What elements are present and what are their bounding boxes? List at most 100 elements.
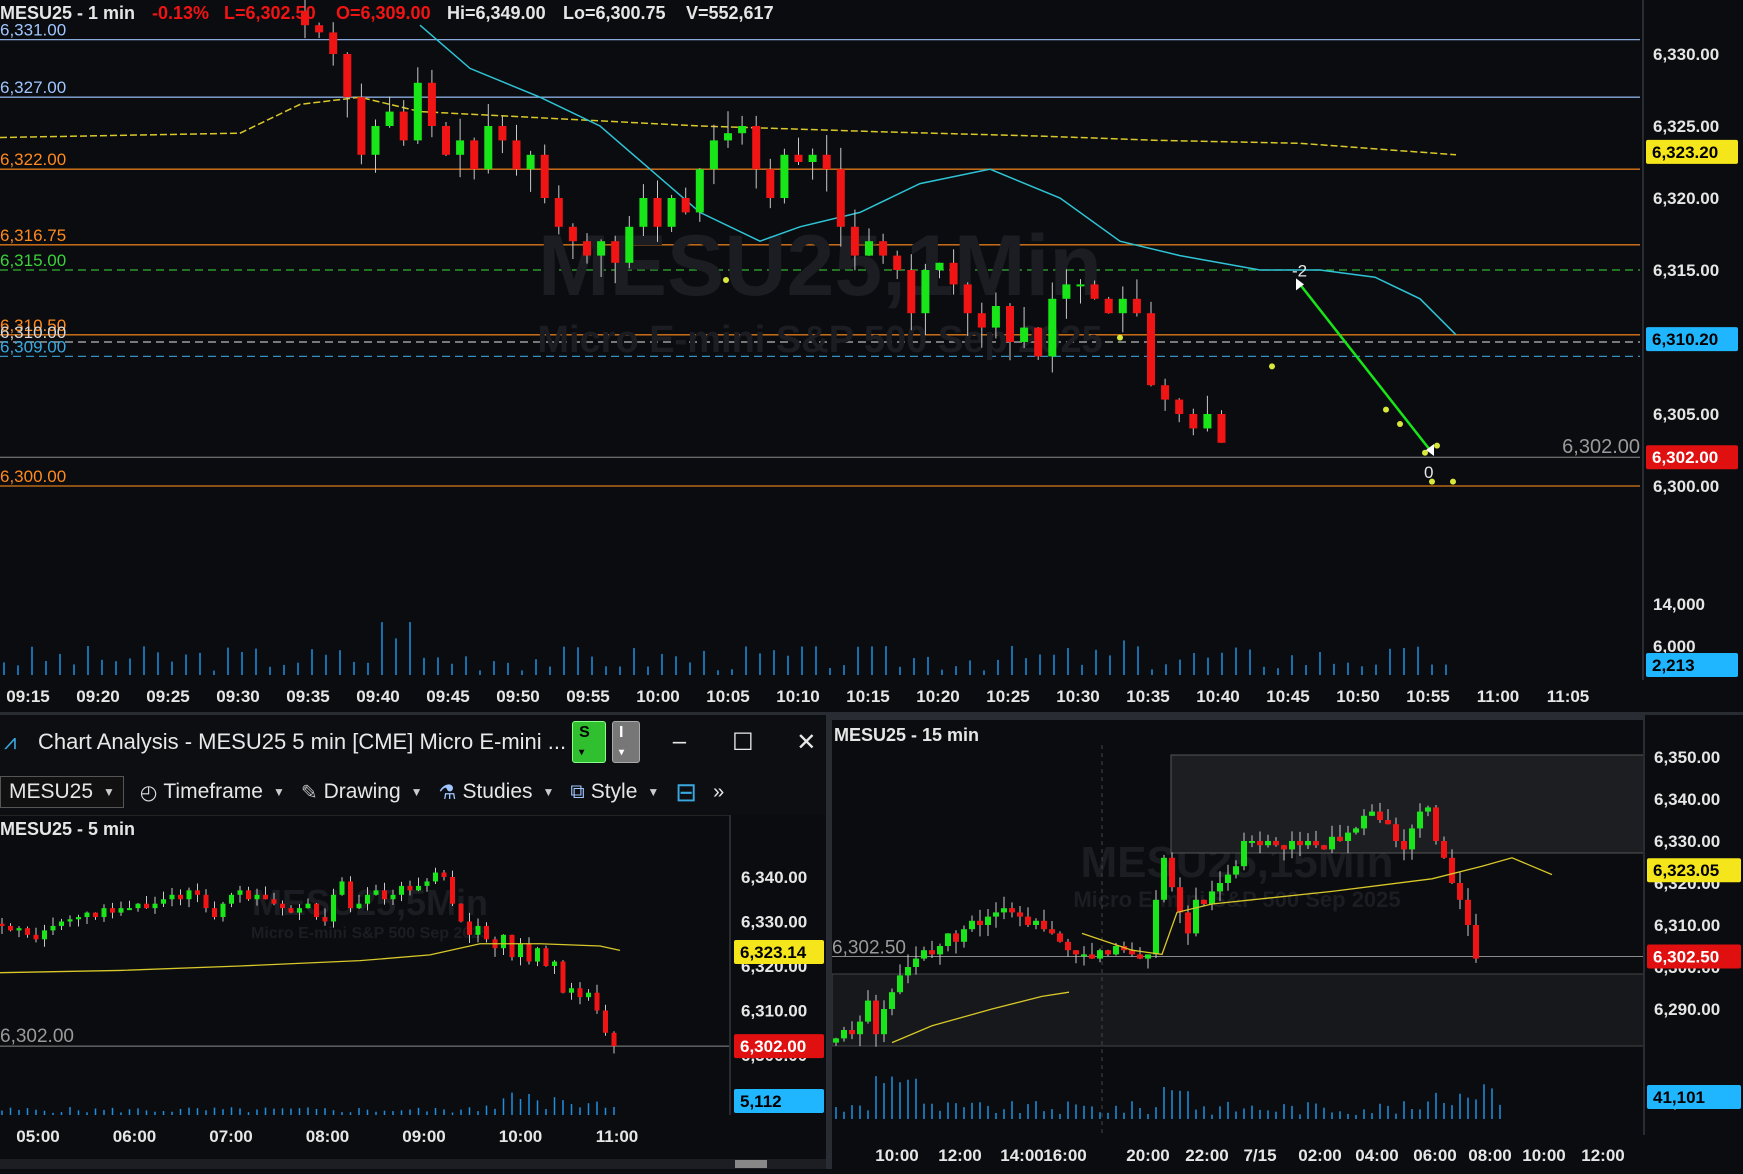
candle-body xyxy=(8,925,13,931)
maximize-button[interactable]: ☐ xyxy=(723,728,762,757)
candle-body xyxy=(1465,899,1471,925)
chart-1min-panel[interactable]: 6,331.00 6,327.00 6,322.00 6,316.75 6,315.00… xyxy=(0,0,1743,715)
candle-body xyxy=(594,992,600,1011)
open-price: O=6,309.00 xyxy=(336,3,431,23)
price-tag-label: 6,323.14 xyxy=(740,943,807,962)
time-axis-label: 09:25 xyxy=(146,687,189,706)
candle-body xyxy=(365,894,370,904)
candle-body xyxy=(969,920,975,930)
drawing-menu[interactable]: ✎ Drawing ▼ xyxy=(301,780,423,805)
price-axis-label: 6,340.00 xyxy=(1654,790,1720,809)
candle-body xyxy=(399,111,408,141)
candle-body xyxy=(441,872,447,877)
candle-body xyxy=(1393,824,1399,841)
candle-body xyxy=(780,154,789,198)
candle-body xyxy=(1329,836,1335,850)
candle-body xyxy=(33,934,39,940)
candle-body xyxy=(1217,883,1223,892)
candle-body xyxy=(212,908,217,918)
symbol-title: MESU25 - 1 min xyxy=(0,3,135,23)
chevron-down-icon: ▼ xyxy=(272,785,285,799)
overnight-range-box xyxy=(1170,754,1645,854)
volume-tag-label: 41,101 xyxy=(1653,1088,1705,1107)
scrollbar-thumb[interactable] xyxy=(735,1160,767,1168)
candle-body xyxy=(1377,811,1383,820)
candle-body xyxy=(560,961,566,993)
candle-body xyxy=(1147,313,1155,386)
candle-body xyxy=(467,921,472,935)
swing-dot xyxy=(1117,334,1123,341)
chart-15min-panel[interactable]: MESU25,15Min Micro E-mini S&P 500 Sep 20… xyxy=(831,715,1743,1169)
chart-1min-canvas[interactable]: 6,331.00 6,327.00 6,322.00 6,316.75 6,315.00… xyxy=(0,0,1743,715)
studies-label: Studies xyxy=(462,780,533,803)
candle-body xyxy=(93,912,98,918)
chart-analysis-window[interactable]: ⩘ Chart Analysis - MESU25 5 min [CME] Mi… xyxy=(0,715,826,1169)
candle-body xyxy=(1425,807,1431,812)
candle-body xyxy=(1113,946,1119,955)
time-axis-label: 11:00 xyxy=(596,1127,639,1146)
price-level-label: 6,315.00 xyxy=(0,251,66,270)
candle-body xyxy=(1104,298,1113,314)
time-axis-label: 10:00 xyxy=(499,1127,542,1146)
candle-body xyxy=(178,894,183,900)
candle-body xyxy=(907,270,916,314)
candle-body xyxy=(1257,841,1263,846)
chart-15min-canvas[interactable]: MESU25,15Min Micro E-mini S&P 500 Sep 20… xyxy=(831,715,1743,1169)
candle-body xyxy=(144,903,149,909)
candle-body xyxy=(442,126,450,155)
candle-body xyxy=(1090,284,1099,299)
time-axis-label: 10:30 xyxy=(1056,687,1099,706)
s-badge-button[interactable]: S ▾ xyxy=(572,721,606,763)
time-axis-label: 10:45 xyxy=(1266,687,1309,706)
candle-body xyxy=(597,241,606,256)
candle-body xyxy=(937,946,943,955)
horizontal-scrollbar[interactable] xyxy=(0,1159,826,1169)
candle-body xyxy=(0,923,5,926)
candle-body xyxy=(1249,841,1255,843)
layout-icon[interactable]: ⊟ xyxy=(675,777,697,808)
candle-body xyxy=(390,894,396,900)
minimize-button[interactable]: – xyxy=(660,728,699,756)
candle-body xyxy=(407,885,413,891)
candle-body xyxy=(949,262,958,285)
chart-5min-canvas[interactable]: MESU25,5Min Micro E-mini S&P 500 Sep 202… xyxy=(0,815,826,1169)
candle-body xyxy=(873,1000,879,1035)
time-axis-label: 11:00 xyxy=(1477,687,1520,706)
chart-5min-watermark-subtitle: Micro E-mini S&P 500 Sep 2025 xyxy=(251,925,489,942)
candle-body xyxy=(833,1038,839,1043)
range-zone-box xyxy=(831,973,1645,1047)
window-titlebar[interactable]: ⩘ Chart Analysis - MESU25 5 min [CME] Mi… xyxy=(0,715,826,769)
chart-15min-watermark-subtitle: Micro E-mini S&P 500 Sep 2025 xyxy=(1073,887,1400,912)
price-axis-label: 6,310.00 xyxy=(741,1002,807,1021)
price-tag-label: 6,302.50 xyxy=(1653,948,1719,967)
swing-dot xyxy=(1450,478,1456,485)
time-axis-label: 07:00 xyxy=(209,1127,252,1146)
time-axis-label: 09:15 xyxy=(6,687,49,706)
candle-body xyxy=(586,992,591,998)
candle-body xyxy=(841,1030,847,1039)
candle-body xyxy=(1441,841,1447,858)
candle-body xyxy=(1033,920,1039,925)
candle-body xyxy=(1048,298,1057,357)
symbol-selector[interactable]: MESU25 ▼ xyxy=(0,776,124,808)
time-axis-1min[interactable]: 09:15 09:20 09:25 09:30 09:35 09:40 09:45 09:50… xyxy=(0,680,1743,715)
candle-body xyxy=(985,916,991,925)
time-axis-label: 09:50 xyxy=(496,687,539,706)
close-button[interactable]: ✕ xyxy=(787,728,826,757)
timeframe-menu[interactable]: ◴ Timeframe ▼ xyxy=(140,780,285,805)
candle-body xyxy=(1409,828,1415,850)
candle-body xyxy=(921,270,930,314)
candle-body xyxy=(314,903,319,918)
studies-menu[interactable]: ⚗ Studies ▼ xyxy=(439,780,555,805)
i-badge-button[interactable]: I ▾ xyxy=(611,721,640,763)
candle-body xyxy=(1193,899,1199,934)
candle-body xyxy=(1273,841,1279,846)
candle-body xyxy=(263,894,268,900)
candle-body xyxy=(1017,912,1023,917)
candle-body xyxy=(639,198,648,227)
style-menu[interactable]: ⧉ Style ▼ xyxy=(570,780,659,804)
candle-body xyxy=(611,241,620,263)
more-tools-icon[interactable]: » xyxy=(713,781,724,804)
candle-body xyxy=(67,919,73,922)
candle-body xyxy=(413,82,422,141)
